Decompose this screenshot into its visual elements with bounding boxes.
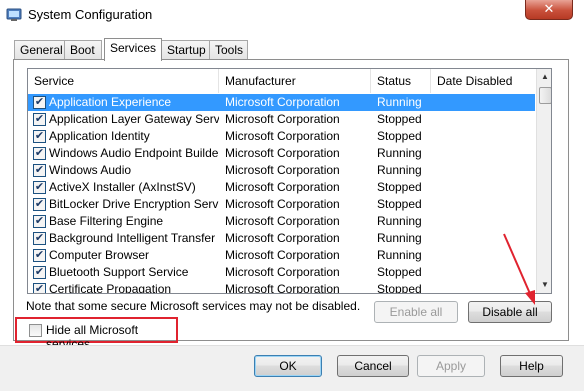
services-list[interactable]: Service Manufacturer Status Date Disable… xyxy=(27,68,552,294)
service-checkbox[interactable]: ✔ xyxy=(33,215,46,228)
cancel-button[interactable]: Cancel xyxy=(337,355,409,377)
service-status: Running xyxy=(377,95,422,109)
list-header: Service Manufacturer Status Date Disable… xyxy=(28,69,535,95)
table-row[interactable]: ✔ Base Filtering Engine Microsoft Corporat… xyxy=(28,213,535,230)
service-checkbox[interactable]: ✔ xyxy=(33,232,46,245)
service-manufacturer: Microsoft Corporation xyxy=(225,129,340,143)
service-manufacturer: Microsoft Corporation xyxy=(225,231,340,245)
service-status: Running xyxy=(377,248,422,262)
apply-button[interactable]: Apply xyxy=(417,355,485,377)
table-row[interactable]: ✔ Application Identity Microsoft Corporati… xyxy=(28,128,535,145)
service-status: Stopped xyxy=(377,112,422,126)
service-name: Background Intelligent Transfer ... xyxy=(49,231,219,245)
service-name: BitLocker Drive Encryption Service xyxy=(49,197,219,211)
column-header-status[interactable]: Status xyxy=(371,69,431,93)
dialog-footer: OK Cancel Apply Help xyxy=(0,345,584,391)
service-manufacturer: Microsoft Corporation xyxy=(225,248,340,262)
service-manufacturer: Microsoft Corporation xyxy=(225,112,340,126)
tab-startup[interactable]: Startup xyxy=(161,40,210,60)
title-bar: System Configuration ✕ xyxy=(0,0,584,30)
service-checkbox[interactable]: ✔ xyxy=(33,164,46,177)
service-name: Windows Audio xyxy=(49,163,132,177)
service-name: Application Layer Gateway Service xyxy=(49,112,219,126)
hide-ms-services-highlight: Hide all Microsoft services xyxy=(15,317,178,351)
service-checkbox[interactable]: ✔ xyxy=(33,96,46,109)
service-manufacturer: Microsoft Corporation xyxy=(225,282,340,294)
table-row[interactable]: ✔ Computer Browser Microsoft Corporation Ru… xyxy=(28,247,535,264)
table-row[interactable]: ✔ Windows Audio Endpoint Builder Microsoft… xyxy=(28,145,535,162)
system-config-icon xyxy=(6,8,22,21)
service-name: Bluetooth Support Service xyxy=(49,265,189,279)
close-icon: ✕ xyxy=(543,1,555,16)
service-status: Running xyxy=(377,146,422,160)
service-checkbox[interactable]: ✔ xyxy=(33,181,46,194)
hide-ms-services-checkbox[interactable] xyxy=(29,324,42,337)
tab-services[interactable]: Services xyxy=(104,38,162,61)
service-status: Stopped xyxy=(377,265,422,279)
table-row[interactable]: ✔ ActiveX Installer (AxInstSV) Microsoft C… xyxy=(28,179,535,196)
service-manufacturer: Microsoft Corporation xyxy=(225,146,340,160)
service-name: Application Experience xyxy=(49,95,172,109)
service-checkbox[interactable]: ✔ xyxy=(33,249,46,262)
service-checkbox[interactable]: ✔ xyxy=(33,266,46,279)
table-row[interactable]: ✔ Certificate Propagation Microsoft Corpor… xyxy=(28,281,535,294)
service-status: Stopped xyxy=(377,180,422,194)
scroll-up-icon[interactable]: ▲ xyxy=(537,69,551,85)
service-checkbox[interactable]: ✔ xyxy=(33,198,46,211)
column-header-service[interactable]: Service xyxy=(28,69,219,93)
table-row[interactable]: ✔ Application Layer Gateway Service Micros… xyxy=(28,111,535,128)
service-manufacturer: Microsoft Corporation xyxy=(225,197,340,211)
table-row[interactable]: ✔ Background Intelligent Transfer ... Micr… xyxy=(28,230,535,247)
service-name: Certificate Propagation xyxy=(49,282,172,294)
service-name: Computer Browser xyxy=(49,248,150,262)
service-name: ActiveX Installer (AxInstSV) xyxy=(49,180,196,194)
service-manufacturer: Microsoft Corporation xyxy=(225,214,340,228)
ok-button[interactable]: OK xyxy=(254,355,322,377)
service-manufacturer: Microsoft Corporation xyxy=(225,163,340,177)
service-checkbox[interactable]: ✔ xyxy=(33,147,46,160)
tab-boot[interactable]: Boot xyxy=(64,40,102,60)
service-status: Running xyxy=(377,163,422,177)
tab-general[interactable]: General xyxy=(14,40,65,60)
table-row[interactable]: ✔ Application Experience Microsoft Corpora… xyxy=(28,94,535,111)
service-checkbox[interactable]: ✔ xyxy=(33,283,46,293)
table-row[interactable]: ✔ Bluetooth Support Service Microsoft Corp… xyxy=(28,264,535,281)
enable-all-button[interactable]: Enable all xyxy=(374,301,458,323)
service-name: Base Filtering Engine xyxy=(49,214,164,228)
service-name: Windows Audio Endpoint Builder xyxy=(49,146,219,160)
service-status: Stopped xyxy=(377,197,422,211)
scroll-down-icon[interactable]: ▼ xyxy=(537,277,551,293)
help-button[interactable]: Help xyxy=(500,355,563,377)
column-header-date-disabled[interactable]: Date Disabled xyxy=(431,69,535,93)
service-status: Stopped xyxy=(377,129,422,143)
service-manufacturer: Microsoft Corporation xyxy=(225,95,340,109)
service-manufacturer: Microsoft Corporation xyxy=(225,180,340,194)
service-checkbox[interactable]: ✔ xyxy=(33,113,46,126)
service-status: Running xyxy=(377,214,422,228)
close-button[interactable]: ✕ xyxy=(525,0,573,20)
service-name: Application Identity xyxy=(49,129,150,143)
tab-tools[interactable]: Tools xyxy=(209,40,248,60)
window-title: System Configuration xyxy=(28,7,153,22)
service-status: Running xyxy=(377,231,422,245)
column-header-manufacturer[interactable]: Manufacturer xyxy=(219,69,371,93)
secure-services-note: Note that some secure Microsoft services… xyxy=(26,299,361,313)
vertical-scrollbar[interactable]: ▲ ▼ xyxy=(536,69,551,293)
service-status: Stopped xyxy=(377,282,422,294)
scroll-thumb[interactable] xyxy=(539,87,551,104)
disable-all-button[interactable]: Disable all xyxy=(468,301,552,323)
table-row[interactable]: ✔ Windows Audio Microsoft Corporation Runni… xyxy=(28,162,535,179)
service-checkbox[interactable]: ✔ xyxy=(33,130,46,143)
table-row[interactable]: ✔ BitLocker Drive Encryption Service Micro… xyxy=(28,196,535,213)
service-manufacturer: Microsoft Corporation xyxy=(225,265,340,279)
